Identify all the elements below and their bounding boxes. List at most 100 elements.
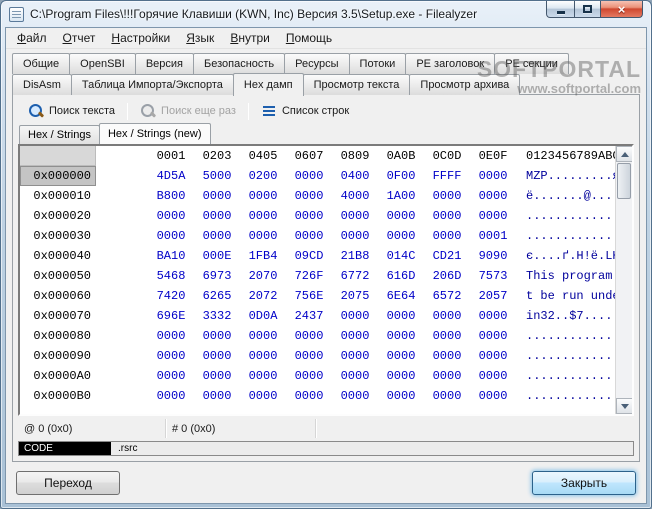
tab-r1-5[interactable]: Ресурсы [284,53,350,74]
maximize-button[interactable] [574,1,601,18]
address-cell[interactable]: 0x000010 [20,186,96,206]
hex-cell[interactable]: FFFF [424,166,470,186]
hex-cell[interactable]: 0000 [424,226,470,246]
menu-item-3[interactable]: Настройки [103,29,178,47]
hex-cell[interactable]: 0000 [424,306,470,326]
hex-cell[interactable]: 0000 [424,366,470,386]
hex-cell[interactable]: 0400 [332,166,378,186]
ascii-cell[interactable]: ................ [516,226,615,246]
hex-cell[interactable]: 0000 [148,386,194,406]
ascii-cell[interactable]: ................ [516,326,615,346]
tab-r1-6[interactable]: Потоки [348,53,407,74]
tab-r1-8[interactable]: PE секции [494,53,569,74]
menu-item-5[interactable]: Внутри [222,29,278,47]
minimize-button[interactable] [546,1,575,18]
hex-cell[interactable]: 0000 [286,186,332,206]
subtab-2[interactable]: Hex / Strings (new) [98,123,211,144]
tab-r1-4[interactable]: Безопасность [193,53,286,74]
hex-cell[interactable]: 0000 [378,306,424,326]
tab-r1-3[interactable]: Версия [134,53,194,74]
hex-cell[interactable]: 6973 [194,266,240,286]
hex-cell[interactable]: 0000 [424,346,470,366]
hex-cell[interactable]: 0000 [332,206,378,226]
tab-r2-5[interactable]: Просмотр архива [409,74,521,95]
hex-cell[interactable]: 7420 [148,286,194,306]
tab-r1-7[interactable]: PE заголовок [405,53,496,74]
hex-cell[interactable]: 0000 [378,366,424,386]
hex-cell[interactable]: 0000 [286,366,332,386]
hex-cell[interactable]: 0000 [470,346,516,366]
hex-cell[interactable]: 0000 [378,386,424,406]
address-cell[interactable]: 0x000060 [20,286,96,306]
hex-cell[interactable]: 7573 [470,266,516,286]
hex-cell[interactable]: 0000 [148,226,194,246]
close-dialog-button[interactable]: Закрыть [532,471,636,495]
hex-cell[interactable]: 0000 [332,306,378,326]
hex-cell[interactable]: 0000 [286,226,332,246]
hex-cell[interactable]: 0000 [332,366,378,386]
hex-cell[interactable]: 6772 [332,266,378,286]
address-cell[interactable]: 0x000050 [20,266,96,286]
ascii-cell[interactable]: ................ [516,346,615,366]
hex-cell[interactable]: 696E [148,306,194,326]
menu-item-1[interactable]: Файл [9,29,55,47]
hex-cell[interactable]: 0000 [240,206,286,226]
address-cell[interactable]: 0x000000 [20,166,96,186]
scrollbar-thumb[interactable] [617,163,631,199]
hex-cell[interactable]: B800 [148,186,194,206]
address-cell[interactable]: 0x0000B0 [20,386,96,406]
hex-cell[interactable]: BA10 [148,246,194,266]
title-bar[interactable]: C:\Program Files\!!!Горячие Клавиши (KWN… [1,1,651,27]
hex-cell[interactable]: 4D5A [148,166,194,186]
hex-cell[interactable]: 0000 [378,206,424,226]
hex-cell[interactable]: 3332 [194,306,240,326]
hex-cell[interactable]: 0000 [240,226,286,246]
hex-cell[interactable]: 0000 [424,326,470,346]
hex-cell[interactable]: 5000 [194,166,240,186]
hex-cell[interactable]: 0000 [470,166,516,186]
hex-cell[interactable]: 1FB4 [240,246,286,266]
ascii-cell[interactable]: ................ [516,386,615,406]
section-code[interactable]: CODE [19,442,111,455]
hex-cell[interactable]: 0F00 [378,166,424,186]
hex-cell[interactable]: 0000 [148,326,194,346]
hex-cell[interactable]: 09CD [286,246,332,266]
hex-cell[interactable]: 0000 [332,346,378,366]
tab-r2-2[interactable]: Таблица Импорта/Экспорта [70,74,234,95]
hex-cell[interactable]: 2075 [332,286,378,306]
hex-cell[interactable]: 1A00 [378,186,424,206]
hex-cell[interactable]: 0000 [424,186,470,206]
hex-cell[interactable]: 2072 [240,286,286,306]
address-cell[interactable]: 0x000020 [20,206,96,226]
ascii-cell[interactable]: ................ [516,366,615,386]
scroll-down-button[interactable] [616,398,632,414]
hex-cell[interactable]: 2070 [240,266,286,286]
address-cell[interactable]: 0x000030 [20,226,96,246]
hex-cell[interactable]: 0000 [148,346,194,366]
address-cell[interactable]: 0x000080 [20,326,96,346]
hex-cell[interactable]: 0000 [194,206,240,226]
tab-r1-2[interactable]: OpenSBI [69,53,136,74]
address-cell[interactable]: 0x000090 [20,346,96,366]
ascii-cell[interactable]: ё.......@....... [516,186,615,206]
menu-item-6[interactable]: Помощь [278,29,340,47]
hex-cell[interactable]: 0000 [378,346,424,366]
hex-cell[interactable]: 0000 [194,326,240,346]
hex-cell[interactable]: 0000 [378,326,424,346]
hex-cell[interactable]: 0000 [240,186,286,206]
hex-cell[interactable]: 4000 [332,186,378,206]
hex-cell[interactable]: 0000 [286,326,332,346]
hex-cell[interactable]: 0000 [470,366,516,386]
string-list-button[interactable]: Список строк [253,100,357,122]
hex-cell[interactable]: 6E64 [378,286,424,306]
hex-cell[interactable]: 014C [378,246,424,266]
hex-cell[interactable]: 0000 [470,306,516,326]
hex-cell[interactable]: 0000 [194,366,240,386]
hex-cell[interactable]: 0000 [240,366,286,386]
hex-cell[interactable]: 0001 [470,226,516,246]
hex-cell[interactable]: 0000 [286,206,332,226]
hex-cell[interactable]: 21B8 [332,246,378,266]
address-cell[interactable]: 0x0000A0 [20,366,96,386]
jump-button[interactable]: Переход [16,471,120,495]
hex-cell[interactable]: 0200 [240,166,286,186]
